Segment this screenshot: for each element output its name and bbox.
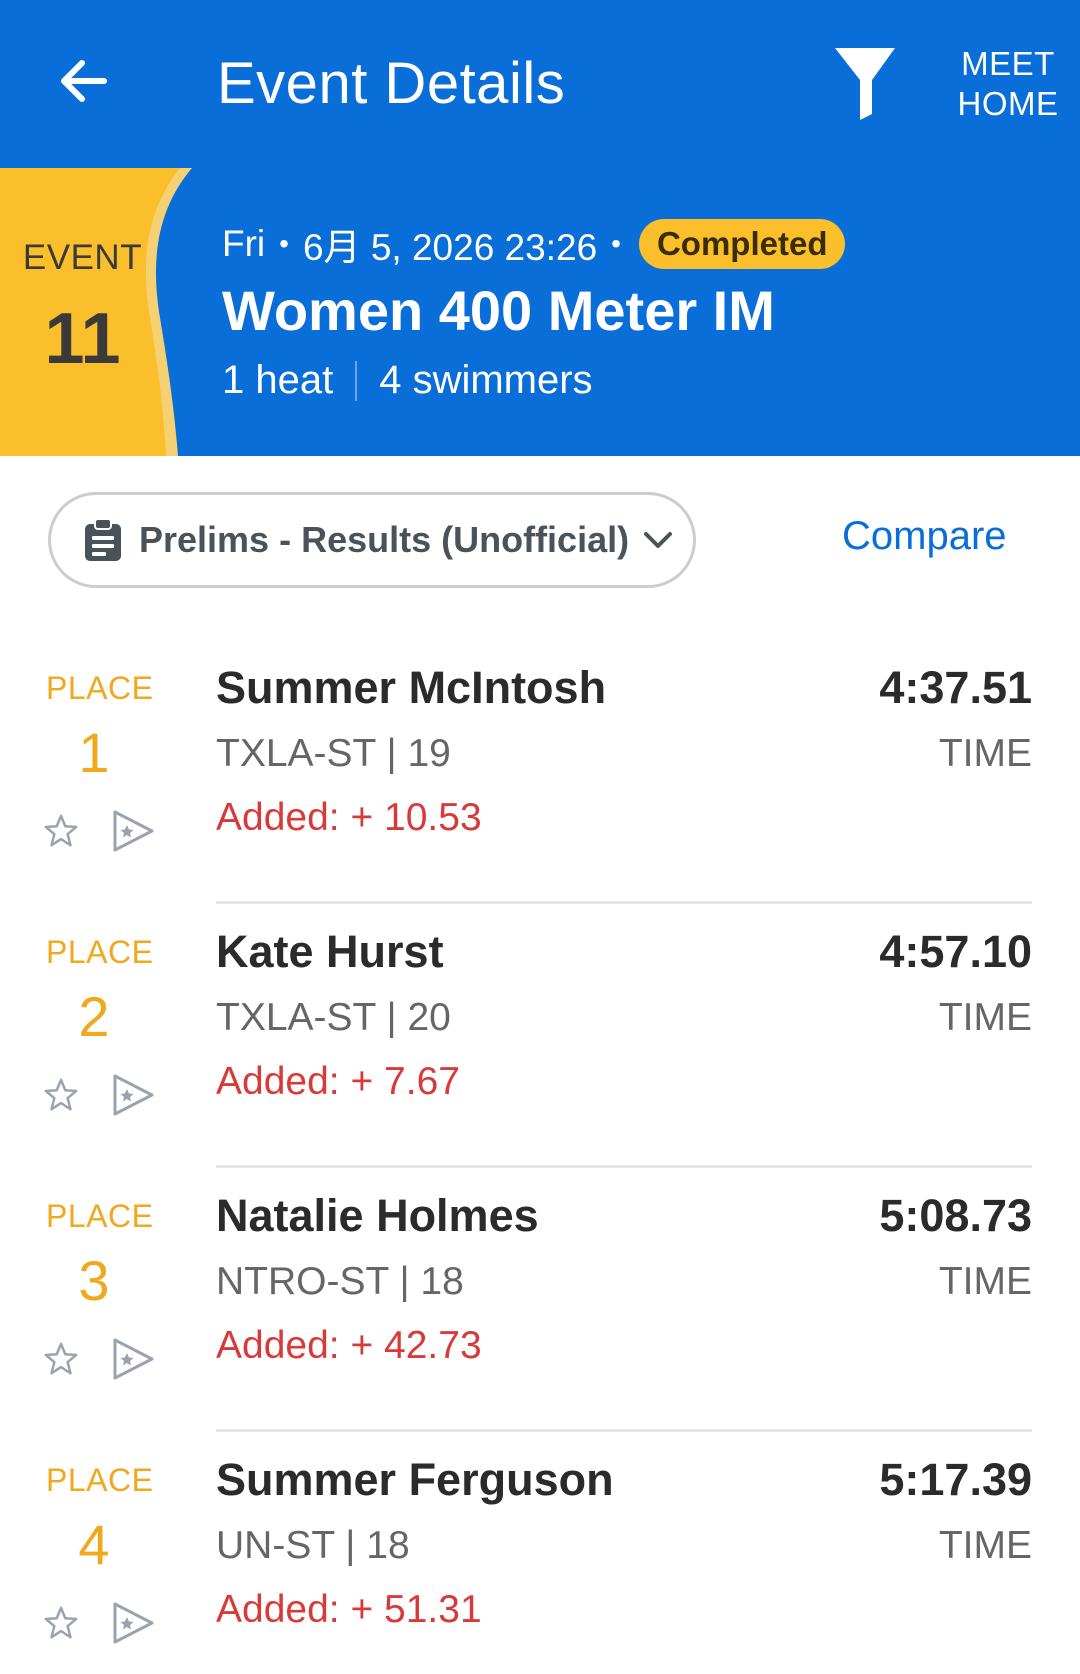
place-label: PLACE: [46, 1198, 154, 1234]
event-datetime: 6月 5, 2026 23:26: [302, 227, 598, 268]
app-bar: Event Details MEET HOME: [0, 0, 1080, 168]
time-label: TIME: [938, 732, 1032, 775]
meet-home-line2: HOME: [957, 85, 1059, 122]
event-header: EVENT 11 Fri • 6月 5, 2026 23:26 • Comple…: [0, 168, 1080, 456]
swimmer-team-age: TXLA-ST | 20: [216, 996, 451, 1039]
swimmer-team-age: UN-ST | 18: [216, 1524, 410, 1567]
event-label: EVENT: [22, 238, 143, 277]
swimmer-name: Kate Hurst: [216, 926, 444, 977]
time-label: TIME: [938, 996, 1032, 1039]
back-arrow-icon: [61, 60, 107, 102]
event-title: Women 400 Meter IM: [222, 279, 775, 342]
place-number: 1: [78, 721, 110, 784]
meta-dot: •: [279, 228, 289, 259]
event-meta: Fri • 6月 5, 2026 23:26 • Completed: [222, 216, 846, 272]
result-row[interactable]: PLACE 2 Kate Hurst TXLA-ST | 20 Added: +…: [0, 904, 1080, 1168]
filter-button[interactable]: [830, 42, 900, 122]
share-flag-icon[interactable]: [110, 808, 156, 854]
swimmer-added-time: Added: + 42.73: [216, 1324, 482, 1367]
result-row[interactable]: PLACE 1 Summer McIntosh TXLA-ST | 19 Add…: [0, 640, 1080, 904]
page-title: Event Details: [217, 51, 566, 116]
star-outline-icon[interactable]: [42, 812, 80, 850]
result-row[interactable]: PLACE 3 Natalie Holmes NTRO-ST | 18 Adde…: [0, 1168, 1080, 1432]
star-outline-icon[interactable]: [42, 1340, 80, 1378]
place-label: PLACE: [46, 670, 154, 706]
swimmer-name: Natalie Holmes: [216, 1190, 539, 1241]
swimmer-name: Summer Ferguson: [216, 1454, 614, 1505]
meet-home-button[interactable]: MEET HOME: [950, 44, 1066, 124]
place-number: 3: [78, 1249, 110, 1312]
results-list: PLACE 1 Summer McIntosh TXLA-ST | 19 Add…: [0, 640, 1080, 1674]
result-row[interactable]: PLACE 4 Summer Ferguson UN-ST | 18 Added…: [0, 1432, 1080, 1674]
compare-link[interactable]: Compare: [842, 514, 1007, 559]
event-number: 11: [44, 299, 121, 379]
place-label: PLACE: [46, 1462, 154, 1498]
clipboard-icon: [85, 518, 121, 561]
round-select-dropdown[interactable]: Prelims - Results (Unofficial): [48, 492, 696, 588]
back-button[interactable]: [48, 45, 120, 117]
round-select-label: Prelims - Results (Unofficial): [139, 519, 630, 560]
swimmer-team-age: TXLA-ST | 19: [216, 732, 451, 775]
chevron-down-icon: [644, 532, 673, 548]
swimmer-team-age: NTRO-ST | 18: [216, 1260, 464, 1303]
result-time: 5:08.73: [879, 1190, 1032, 1241]
share-flag-icon[interactable]: [110, 1072, 156, 1118]
place-number: 2: [78, 985, 110, 1048]
swimmer-added-time: Added: + 51.31: [216, 1588, 482, 1631]
swimmer-count: 4 swimmers: [379, 358, 593, 402]
event-day: Fri: [222, 223, 266, 264]
summary-divider: [355, 360, 358, 401]
place-label: PLACE: [46, 934, 154, 970]
event-summary: 1 heat 4 swimmers: [222, 358, 593, 403]
share-flag-icon[interactable]: [110, 1336, 156, 1382]
time-label: TIME: [938, 1524, 1032, 1567]
filter-icon: [835, 48, 895, 120]
heat-count: 1 heat: [222, 358, 334, 402]
swimmer-added-time: Added: + 10.53: [216, 796, 482, 839]
meet-home-line1: MEET: [961, 45, 1055, 82]
share-flag-icon[interactable]: [110, 1600, 156, 1646]
result-time: 5:17.39: [879, 1454, 1032, 1505]
swimmer-added-time: Added: + 7.67: [216, 1060, 460, 1103]
status-badge: Completed: [638, 219, 846, 269]
star-outline-icon[interactable]: [42, 1604, 80, 1642]
place-number: 4: [78, 1513, 110, 1576]
swimmer-name: Summer McIntosh: [216, 662, 607, 713]
result-time: 4:57.10: [879, 926, 1032, 977]
result-time: 4:37.51: [879, 662, 1032, 713]
time-label: TIME: [938, 1260, 1032, 1303]
star-outline-icon[interactable]: [42, 1076, 80, 1114]
meta-dot: •: [611, 228, 621, 259]
